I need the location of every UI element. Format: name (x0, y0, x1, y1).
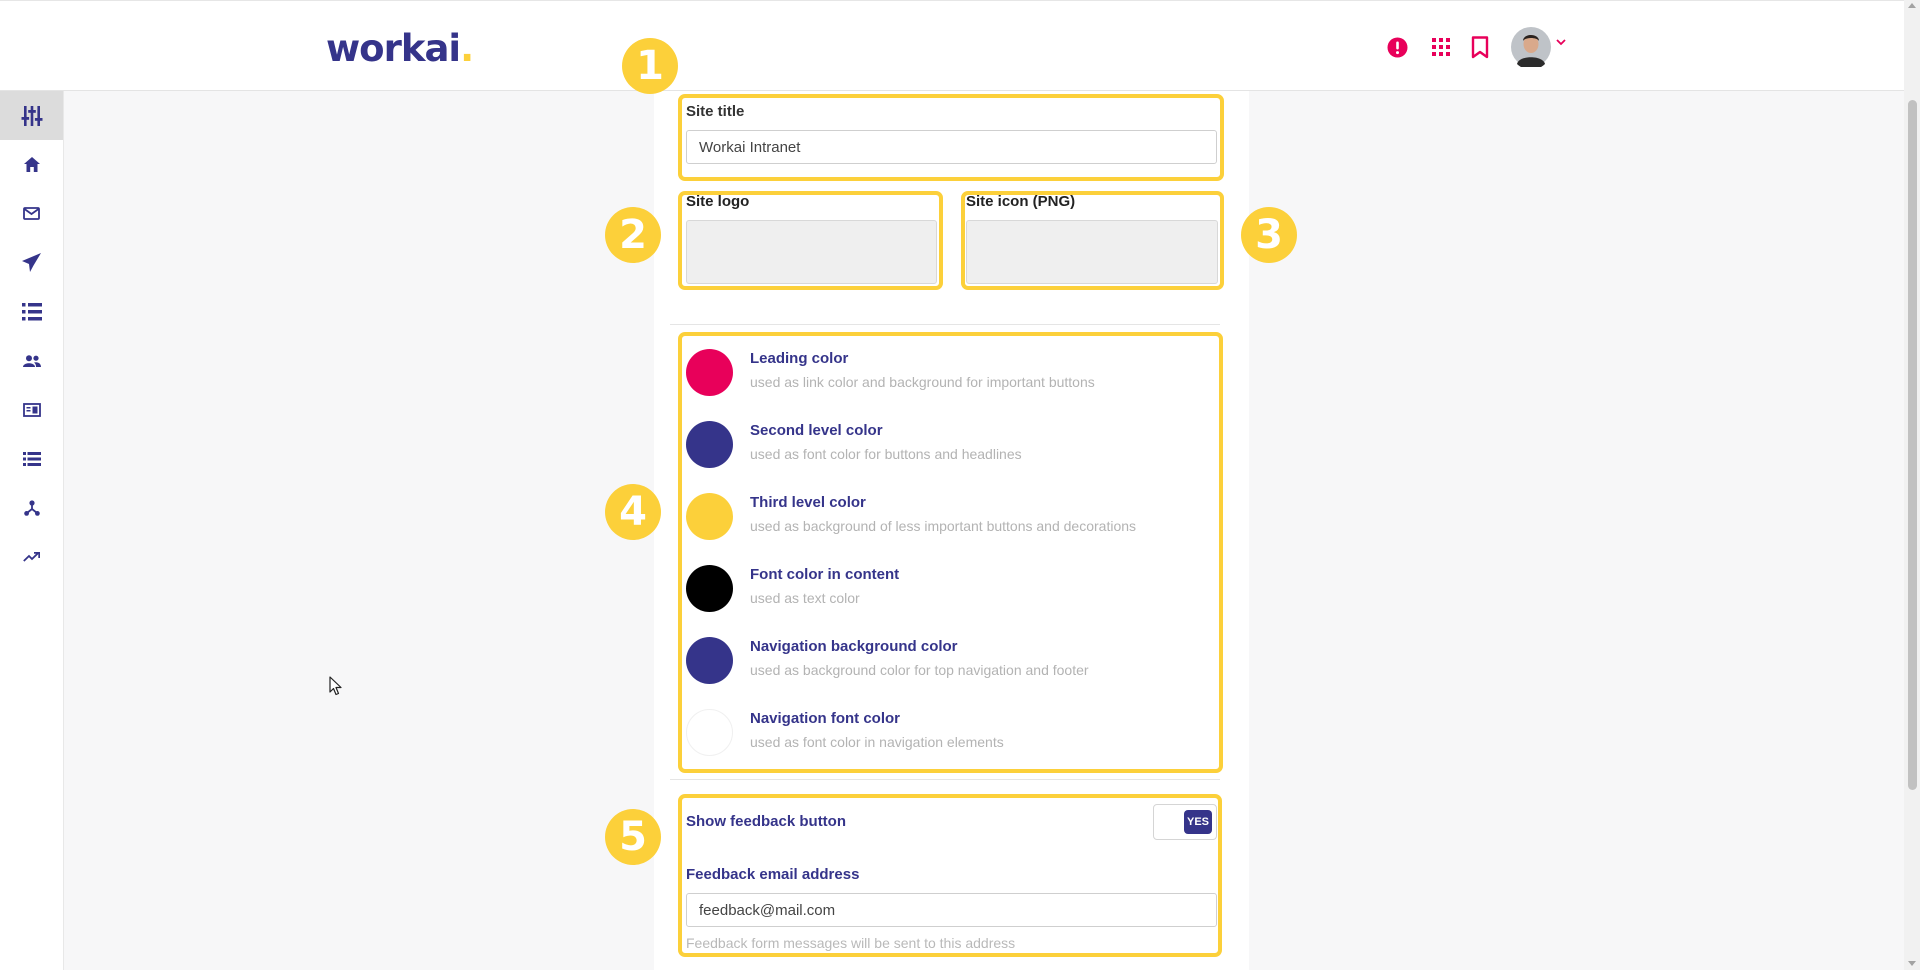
section-divider (670, 324, 1220, 325)
annotation-badge-5: 5 (605, 809, 661, 865)
settings-sliders-icon (21, 105, 42, 126)
list-view-icon (22, 451, 41, 466)
color-row-second-level[interactable]: Second level color used as font color fo… (686, 421, 1186, 481)
alert-icon[interactable] (1387, 37, 1408, 58)
site-icon-label: Site icon (PNG) (966, 193, 1076, 210)
annotation-badge-1: 1 (622, 38, 678, 94)
workai-logo[interactable]: workai. (326, 27, 474, 70)
scroll-down-arrow-icon[interactable] (1908, 961, 1916, 966)
show-feedback-label: Show feedback button (686, 813, 847, 830)
navigation-font-color-swatch[interactable] (686, 709, 733, 756)
site-title-label: Site title (686, 103, 745, 120)
color-description: used as text color (750, 590, 860, 606)
color-description: used as background of less important but… (750, 518, 1137, 534)
color-row-navigation-font[interactable]: Navigation font color used as font color… (686, 709, 1186, 769)
scrollbar-thumb[interactable] (1908, 100, 1917, 790)
color-row-navigation-background[interactable]: Navigation background color used as back… (686, 637, 1186, 697)
annotation-badge-4: 4 (605, 484, 661, 540)
chevron-down-icon[interactable] (1556, 39, 1566, 46)
sidebar-item-home[interactable] (0, 140, 63, 189)
toggle-knob: YES (1184, 810, 1212, 834)
news-icon (22, 402, 41, 417)
trending-icon (23, 551, 40, 562)
site-icon-upload[interactable] (966, 220, 1218, 284)
page-scrollbar[interactable] (1904, 0, 1920, 970)
site-logo-upload[interactable] (686, 220, 937, 284)
sidebar-item-mail[interactable] (0, 189, 63, 238)
apps-grid-icon[interactable] (1432, 38, 1450, 56)
color-title: Navigation font color (750, 710, 900, 727)
feedback-email-hint: Feedback form messages will be sent to t… (686, 935, 1016, 951)
sidebar (0, 91, 64, 970)
color-title: Font color in content (750, 566, 900, 583)
top-navigation-bar: workai. (0, 0, 1904, 91)
show-feedback-toggle[interactable]: YES (1153, 804, 1217, 840)
color-title: Second level color (750, 422, 883, 439)
navigation-background-color-swatch[interactable] (686, 637, 733, 684)
annotation-badge-2: 2 (605, 207, 661, 263)
mail-icon (23, 207, 40, 220)
color-title: Navigation background color (750, 638, 958, 655)
annotation-badge-3: 3 (1241, 207, 1297, 263)
site-title-input[interactable] (686, 130, 1217, 164)
color-description: used as background color for top navigat… (750, 662, 1089, 678)
sidebar-item-list[interactable] (0, 287, 63, 336)
sidebar-item-send[interactable] (0, 238, 63, 287)
font-color-swatch[interactable] (686, 565, 733, 612)
sidebar-item-settings[interactable] (0, 91, 63, 140)
third-level-color-swatch[interactable] (686, 493, 733, 540)
color-row-font-content[interactable]: Font color in content used as text color (686, 565, 1186, 625)
sidebar-item-trending[interactable] (0, 532, 63, 581)
section-divider (670, 779, 1220, 780)
bookmark-icon[interactable] (1471, 36, 1489, 59)
color-row-leading[interactable]: Leading color used as link color and bac… (686, 349, 1186, 409)
color-row-third-level[interactable]: Third level color used as background of … (686, 493, 1186, 553)
mouse-cursor-icon (329, 676, 343, 701)
leading-color-swatch[interactable] (686, 349, 733, 396)
sidebar-item-hierarchy[interactable] (0, 483, 63, 532)
people-icon (22, 354, 41, 367)
scroll-up-arrow-icon[interactable] (1908, 3, 1916, 8)
color-description: used as font color in navigation element… (750, 734, 1004, 750)
sidebar-item-people[interactable] (0, 336, 63, 385)
site-logo-label: Site logo (686, 193, 750, 210)
color-title: Third level color (750, 494, 866, 511)
color-description: used as link color and background for im… (750, 374, 1095, 390)
second-level-color-swatch[interactable] (686, 421, 733, 468)
home-icon (23, 157, 40, 172)
send-icon (22, 253, 41, 272)
color-title: Leading color (750, 350, 849, 367)
sidebar-item-list-view[interactable] (0, 434, 63, 483)
list-icon (21, 302, 42, 320)
color-description: used as font color for buttons and headl… (750, 446, 1022, 462)
feedback-email-input[interactable] (686, 893, 1217, 927)
feedback-email-label: Feedback email address (686, 866, 860, 883)
user-avatar[interactable] (1511, 27, 1551, 67)
sidebar-item-news[interactable] (0, 385, 63, 434)
hierarchy-icon (23, 499, 40, 516)
